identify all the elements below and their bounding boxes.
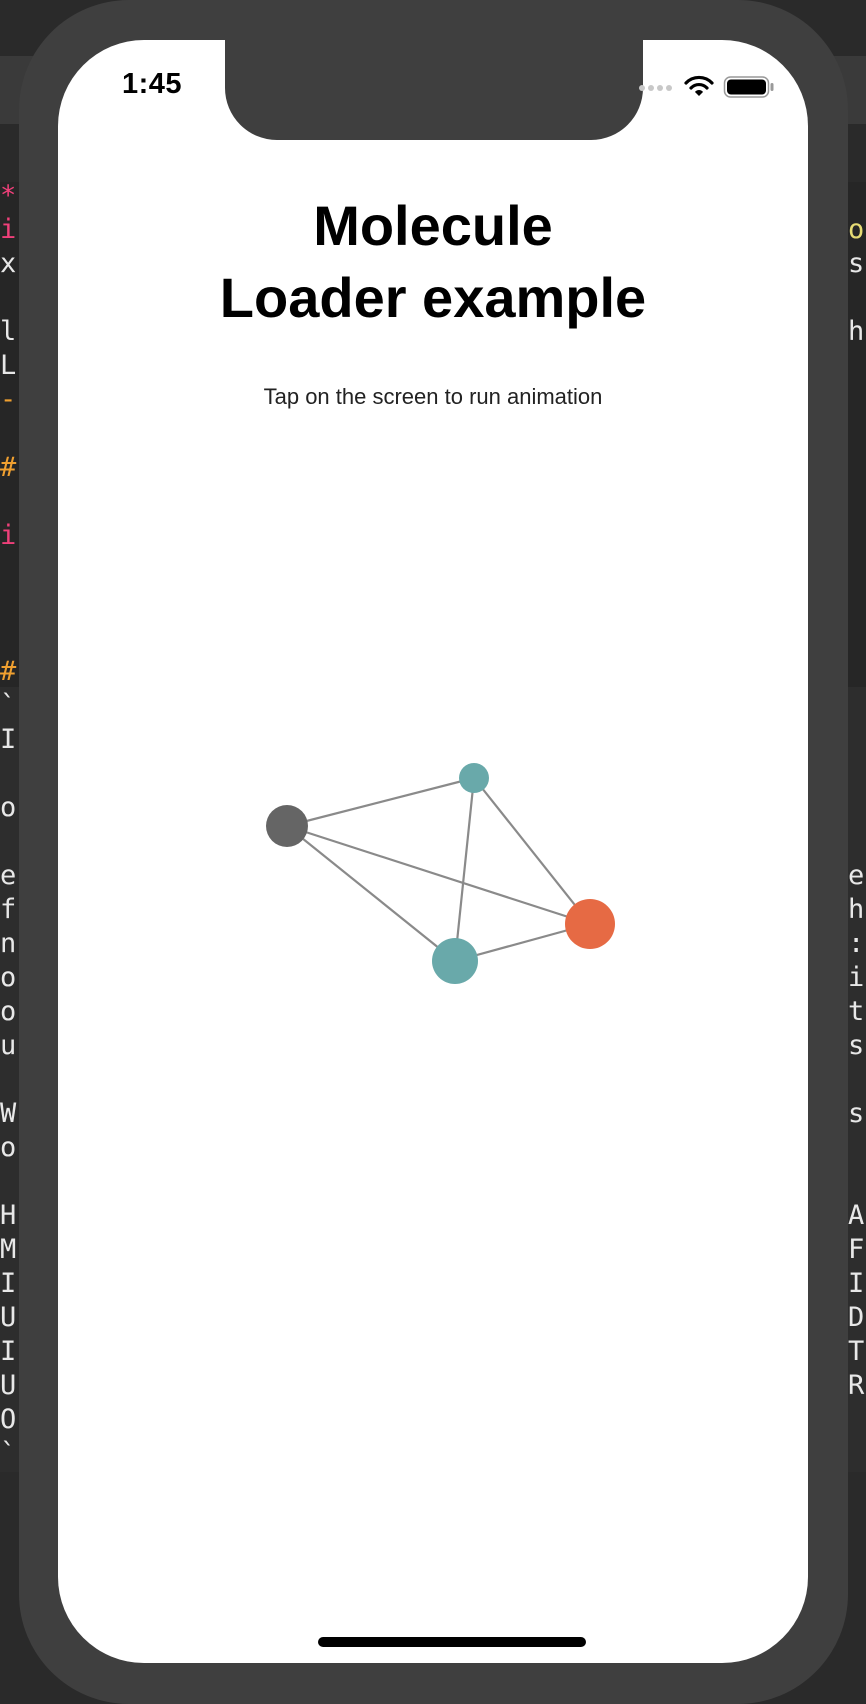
bonds: [286, 776, 591, 963]
bond-line: [453, 777, 476, 962]
code-char: #: [0, 452, 17, 483]
home-indicator[interactable]: [318, 1637, 586, 1647]
code-char: u: [0, 1030, 17, 1061]
code-char: i: [0, 520, 17, 551]
code-char: U: [0, 1370, 17, 1401]
code-char: W: [0, 1098, 17, 1129]
code-char: s: [848, 1030, 865, 1061]
code-char: f: [0, 894, 17, 925]
code-char: #: [0, 656, 17, 687]
code-char: x: [0, 248, 17, 279]
code-char: A: [848, 1200, 865, 1231]
code-char: h: [848, 894, 865, 925]
atom-teal-small: [459, 763, 489, 793]
code-char: h: [848, 316, 865, 347]
code-char: t: [848, 996, 865, 1027]
code-char: H: [0, 1200, 17, 1231]
bond-line: [286, 776, 475, 828]
code-char: T: [848, 1336, 865, 1367]
code-char: o: [0, 792, 17, 823]
code-char: I: [848, 1268, 865, 1299]
code-char: F: [848, 1234, 865, 1265]
code-char: o: [848, 214, 865, 245]
code-char: O: [0, 1404, 17, 1435]
code-char: n: [0, 928, 17, 959]
code-char: I: [0, 1268, 17, 1299]
code-char: e: [848, 860, 865, 891]
atom-gray: [266, 805, 308, 847]
code-char: `: [0, 690, 17, 721]
code-char: -: [0, 384, 17, 415]
code-char: s: [848, 248, 865, 279]
code-char: e: [0, 860, 17, 891]
code-char: l: [0, 316, 17, 347]
code-char: R: [848, 1370, 865, 1401]
code-char: i: [848, 962, 865, 993]
bond-line: [473, 777, 591, 925]
bond-line: [286, 824, 591, 926]
molecule-loader[interactable]: [58, 40, 808, 1663]
phone-frame: 1:45 Molecule Loader example Tap on the …: [19, 0, 848, 1704]
code-char: `: [0, 1438, 17, 1469]
atom-teal-large: [432, 938, 478, 984]
code-char: *: [0, 180, 17, 211]
code-char: :: [848, 928, 865, 959]
code-char: L: [0, 350, 17, 381]
code-char: I: [0, 724, 17, 755]
code-char: s: [848, 1098, 865, 1129]
code-char: U: [0, 1302, 17, 1333]
code-char: o: [0, 962, 17, 993]
atoms: [266, 763, 615, 984]
code-char: o: [0, 1132, 17, 1163]
code-char: o: [0, 996, 17, 1027]
app-screen[interactable]: 1:45 Molecule Loader example Tap on the …: [58, 40, 808, 1663]
bond-line: [286, 825, 456, 962]
code-char: D: [848, 1302, 865, 1333]
code-char: i: [0, 214, 17, 245]
code-char: I: [0, 1336, 17, 1367]
atom-orange: [565, 899, 615, 949]
code-char: M: [0, 1234, 17, 1265]
